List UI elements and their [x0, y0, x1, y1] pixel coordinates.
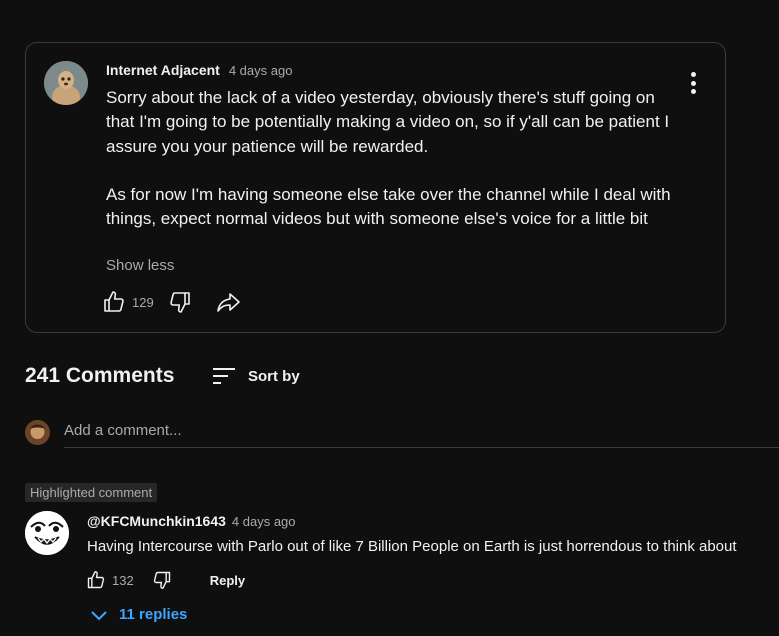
user-avatar	[25, 420, 50, 445]
comment-actions: 132 Reply	[86, 570, 245, 590]
meerkat-avatar-icon	[44, 61, 88, 105]
comment-time[interactable]: 4 days ago	[232, 514, 296, 529]
replies-label: 11 replies	[119, 606, 188, 623]
post-like-count: 129	[132, 294, 154, 310]
post-paragraph: Sorry about the lack of a video yesterda…	[106, 88, 670, 156]
view-replies-button[interactable]: 11 replies	[91, 606, 187, 623]
sort-icon	[213, 366, 237, 386]
comments-header: 241 Comments	[25, 364, 174, 388]
post-header: Internet Adjacent 4 days ago	[106, 62, 292, 78]
highlighted-comment-badge: Highlighted comment	[25, 483, 158, 502]
post-body: Sorry about the lack of a video yesterda…	[106, 86, 681, 231]
rage-face-avatar-icon	[25, 511, 69, 555]
dislike-icon[interactable]	[152, 570, 172, 590]
more-vert-icon[interactable]	[689, 72, 697, 94]
show-less-button[interactable]: Show less	[106, 257, 174, 274]
reply-button[interactable]: Reply	[210, 573, 245, 588]
channel-avatar[interactable]	[44, 61, 88, 105]
community-post-card: Internet Adjacent 4 days ago Sorry about…	[25, 42, 726, 333]
post-actions: 129	[102, 290, 242, 314]
comment-like-count: 132	[112, 572, 134, 588]
comment-header: @KFCMunchkin1643 4 days ago	[87, 513, 296, 529]
like-icon[interactable]	[86, 570, 106, 590]
share-icon[interactable]	[216, 290, 242, 314]
chevron-down-icon	[91, 609, 107, 621]
post-author[interactable]: Internet Adjacent	[106, 62, 220, 78]
post-time[interactable]: 4 days ago	[229, 63, 293, 78]
sort-by-button[interactable]: Sort by	[213, 366, 300, 386]
like-icon[interactable]	[102, 290, 126, 314]
dislike-icon[interactable]	[168, 290, 192, 314]
post-paragraph: As for now I'm having someone else take …	[106, 184, 671, 229]
add-comment-input[interactable]: Add a comment...	[64, 420, 779, 448]
commenter-avatar[interactable]	[25, 511, 69, 555]
comments-count: 241 Comments	[25, 364, 175, 387]
comment-text: Having Intercourse with Parlo out of lik…	[87, 538, 737, 555]
sort-by-label: Sort by	[248, 367, 300, 385]
comment-author[interactable]: @KFCMunchkin1643	[87, 513, 226, 529]
